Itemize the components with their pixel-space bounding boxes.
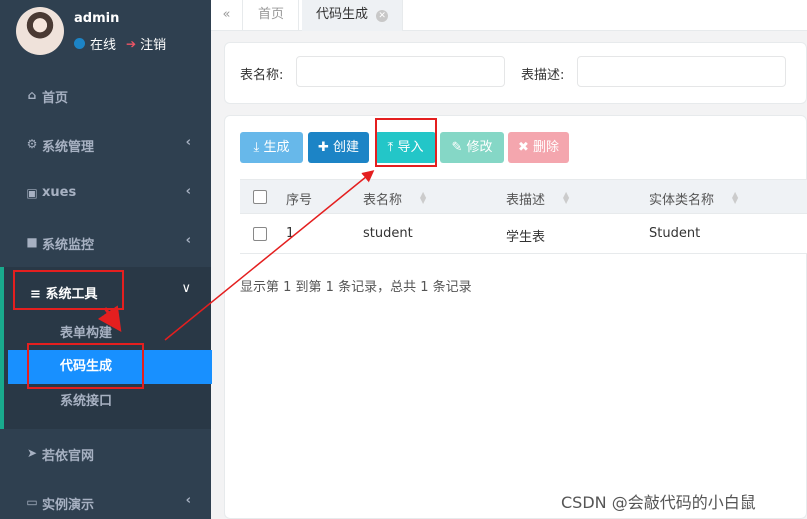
user-status-row: 在线 ➔ 注销 [74, 34, 166, 53]
download-icon: ⤓ [253, 140, 260, 155]
chevron-left-icon: ‹ [185, 233, 191, 248]
sidebar-item-system-management[interactable]: ⚙ 系统管理 ‹ [0, 121, 211, 169]
sidebar-subitem-code-generation[interactable]: 代码生成 [8, 350, 212, 384]
cell-table-name: student [363, 226, 413, 241]
video-camera-icon: ■ [26, 235, 38, 249]
cell-index: 1 [286, 226, 295, 241]
tab-label: 代码生成 [316, 7, 369, 22]
bars-icon: ≡ [30, 287, 41, 302]
sidebar-item-demo[interactable]: ▭ 实例演示 ‹ [0, 479, 211, 519]
sidebar-item-label: 首页 [42, 91, 69, 106]
sidebar-group-system-tools: ≡ 系统工具 ∨ 表单构建 代码生成 系统接口 [0, 267, 212, 429]
sidebar-item-home[interactable]: ⌂ 首页 [0, 72, 211, 120]
gear-icon: ⚙ [26, 137, 38, 151]
sidebar-subitem-system-api[interactable]: 系统接口 [4, 385, 211, 419]
close-icon: ✖ [517, 140, 529, 155]
create-button[interactable]: ✚ 创建 [308, 132, 369, 163]
cell-table-desc: 学生表 [506, 230, 546, 245]
column-header-label: 序号 [286, 193, 313, 208]
table-header: 序号 表名称 ▲ ▼ 表描述 ▲ ▼ 实体类名称 ▲ ▼ [240, 179, 807, 214]
select-all-checkbox[interactable] [253, 190, 267, 204]
tab-bar: « 首页 代码生成 ✕ [211, 0, 807, 31]
main-panel: ⤓ 生成 ✚ 创建 ⤒ 导入 ✎ 修改 ✖ 删除 序号 表名称 ▲ ▼ 表描述 ▲ ▼ … [224, 115, 807, 519]
import-button-label: 导入 [397, 140, 424, 155]
sidebar-item-official-site[interactable]: ➤ 若依官网 [0, 430, 211, 478]
sidebar-item-label: 系统工具 [45, 287, 98, 302]
delete-button[interactable]: ✖ 删除 [508, 132, 569, 163]
home-icon: ⌂ [27, 88, 37, 102]
sidebar-item-label: 系统监控 [42, 238, 95, 253]
cell-class-name: Student [649, 226, 701, 241]
table-row[interactable]: 1 student 学生表 Student [240, 214, 807, 254]
online-status: 在线 [90, 38, 117, 53]
sidebar-subitem-form-builder[interactable]: 表单构建 [4, 317, 211, 351]
sidebar-item-label: 若依官网 [42, 449, 95, 464]
table-name-label: 表名称: [240, 68, 284, 83]
plus-icon: ✚ [317, 140, 329, 155]
chevron-left-icon: ‹ [185, 493, 191, 508]
id-card-icon: ▣ [26, 186, 38, 200]
user-panel: admin 在线 ➔ 注销 [0, 0, 211, 70]
online-dot-icon [74, 38, 85, 49]
sort-icon[interactable]: ▲ ▼ [732, 191, 740, 205]
sidebar-item-xues[interactable]: ▣ xues ‹ [0, 170, 211, 218]
search-panel: 表名称: 表描述: [224, 42, 807, 104]
column-header-table-name[interactable]: 表名称 ▲ ▼ [363, 189, 428, 209]
column-header-label: 表描述 [506, 193, 546, 208]
sort-icon[interactable]: ▲ ▼ [420, 191, 428, 205]
sidebar: admin 在线 ➔ 注销 ⌂ 首页 ⚙ 系统管理 ‹ ▣ xues ‹ ■ 系… [0, 0, 212, 519]
delete-button-label: 删除 [533, 140, 560, 155]
table-desc-input[interactable] [577, 56, 786, 87]
tab-label: 首页 [258, 7, 285, 22]
chevron-left-icon: ‹ [185, 135, 191, 150]
row-checkbox[interactable] [253, 227, 267, 241]
sidebar-item-system-tools[interactable]: ≡ 系统工具 [30, 283, 97, 302]
edit-button[interactable]: ✎ 修改 [440, 132, 504, 163]
paper-plane-icon: ➤ [26, 446, 38, 460]
table-desc-label: 表描述: [521, 68, 565, 83]
logout-icon[interactable]: ➔ [126, 37, 136, 51]
column-header-label: 表名称 [363, 193, 403, 208]
close-icon[interactable]: ✕ [376, 10, 389, 22]
chevron-down-icon[interactable]: ∨ [181, 281, 191, 296]
edit-icon: ✎ [451, 140, 463, 155]
watermark: CSDN @会敲代码的小白鼠 [561, 493, 756, 512]
column-header-class-name[interactable]: 实体类名称 ▲ ▼ [649, 189, 740, 209]
create-button-label: 创建 [333, 140, 360, 155]
generate-button-label: 生成 [263, 140, 290, 155]
column-header-table-desc[interactable]: 表描述 ▲ ▼ [506, 189, 571, 209]
upload-icon: ⤒ [387, 140, 394, 155]
table-name-input[interactable] [296, 56, 505, 87]
desktop-icon: ▭ [26, 495, 38, 509]
tab-scroll-left-icon[interactable]: « [211, 0, 243, 31]
edit-button-label: 修改 [466, 140, 493, 155]
sidebar-item-label: xues [42, 185, 77, 200]
pagination-summary: 显示第 1 到第 1 条记录，总共 1 条记录 [240, 280, 472, 295]
sort-icon[interactable]: ▲ ▼ [563, 191, 571, 205]
chevron-left-icon: ‹ [185, 184, 191, 199]
username: admin [74, 11, 120, 26]
sidebar-item-system-monitor[interactable]: ■ 系统监控 ‹ [0, 219, 211, 267]
generate-button[interactable]: ⤓ 生成 [240, 132, 303, 163]
sidebar-item-label: 实例演示 [42, 498, 95, 513]
logout-link[interactable]: 注销 [140, 34, 166, 53]
column-header-index[interactable]: 序号 [286, 189, 312, 208]
tab-code-generation[interactable]: 代码生成 ✕ [302, 0, 404, 31]
tab-home[interactable]: 首页 [244, 0, 300, 31]
import-button[interactable]: ⤒ 导入 [375, 132, 436, 163]
avatar[interactable] [16, 7, 64, 55]
column-header-label: 实体类名称 [649, 193, 715, 208]
sidebar-item-label: 系统管理 [42, 140, 95, 155]
